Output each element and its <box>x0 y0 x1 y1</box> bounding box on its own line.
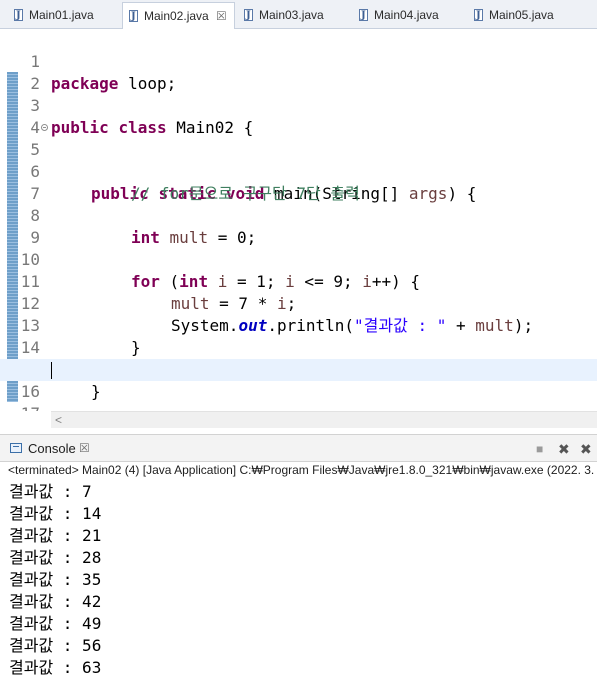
tab-main04[interactable]: Main04.java <box>353 3 461 28</box>
current-code-line: 16 <box>0 359 597 401</box>
scroll-left-icon[interactable]: < <box>55 412 62 428</box>
java-file-icon <box>14 4 23 28</box>
close-tab-icon[interactable]: ☒ <box>216 4 227 28</box>
editor-horizontal-scrollbar[interactable]: < <box>51 411 597 428</box>
code-line: 7 <box>0 161 597 203</box>
java-file-icon <box>244 4 253 28</box>
console-view-header: Console ☒ ■ ✖ ✖ <box>0 434 597 462</box>
tab-main01[interactable]: Main01.java <box>8 3 116 28</box>
console-output-line: 결과값 : 21 <box>9 526 102 545</box>
code-line: 4 <box>0 95 597 137</box>
code-line: 1 package loop; <box>0 29 597 93</box>
console-icon <box>10 443 22 453</box>
code-line: 10 for (int i = 1; i <= 9; i++) { <box>0 227 597 291</box>
editor-tab-bar: Main01.java Main02.java ☒ Main03.java Ma… <box>0 0 597 29</box>
code-line: 9 <box>0 205 597 247</box>
code-line: 13 } <box>0 293 597 357</box>
tab-main03[interactable]: Main03.java <box>238 3 346 28</box>
java-file-icon <box>474 4 483 28</box>
fold-collapse-icon[interactable] <box>41 124 48 131</box>
console-output-line: 결과값 : 49 <box>9 614 102 633</box>
remove-all-terminated-icon[interactable]: ✖ <box>580 441 592 458</box>
code-editor[interactable]: 1 package loop; 2 3 public class Main02 … <box>0 29 597 411</box>
code-line: 11 mult = 7 * i; <box>0 249 597 313</box>
java-file-icon <box>359 4 368 28</box>
code-line: 12 System.out.println("결과값 : " + mult); <box>0 271 597 335</box>
code-line: 17 } <box>0 381 597 411</box>
close-console-icon[interactable]: ☒ <box>79 441 90 455</box>
console-output-line: 결과값 : 7 <box>9 482 92 501</box>
code-line: 8 int mult = 0; <box>0 183 597 247</box>
java-file-icon <box>129 5 138 29</box>
tab-label: Main05.java <box>489 8 554 22</box>
console-output-line: 결과값 : 28 <box>9 548 102 567</box>
console-output-line: 결과값 : 42 <box>9 592 102 611</box>
console-output-line: 결과값 : 56 <box>9 636 102 655</box>
console-process-label: <terminated> Main02 (4) [Java Applicatio… <box>8 463 597 477</box>
tab-label: Main01.java <box>29 8 94 22</box>
code-line: 5 public static void main(String[] args)… <box>0 117 597 203</box>
tab-main05[interactable]: Main05.java <box>468 3 576 28</box>
tab-main02[interactable]: Main02.java ☒ <box>122 2 235 29</box>
code-line: 14 <box>0 315 597 357</box>
tab-label: Main02.java <box>144 9 209 23</box>
console-output-line: 결과값 : 63 <box>9 658 102 677</box>
remove-launch-icon[interactable]: ✖ <box>558 441 570 458</box>
line-number: 17 <box>18 403 40 411</box>
code-line: 2 <box>0 51 597 93</box>
code-line: 15 } <box>0 337 597 401</box>
code-line: 3 public class Main02 { <box>0 73 597 137</box>
tab-label: Main04.java <box>374 8 439 22</box>
terminate-icon[interactable]: ■ <box>536 442 543 456</box>
console-output-line: 결과값 : 14 <box>9 504 102 523</box>
code-line: 6 // for문으로 구구단 7단 출력 <box>0 139 597 203</box>
console-tab-title[interactable]: Console <box>28 441 76 456</box>
console-output-line: 결과값 : 35 <box>9 570 102 589</box>
tab-label: Main03.java <box>259 8 324 22</box>
text-caret <box>51 362 52 379</box>
